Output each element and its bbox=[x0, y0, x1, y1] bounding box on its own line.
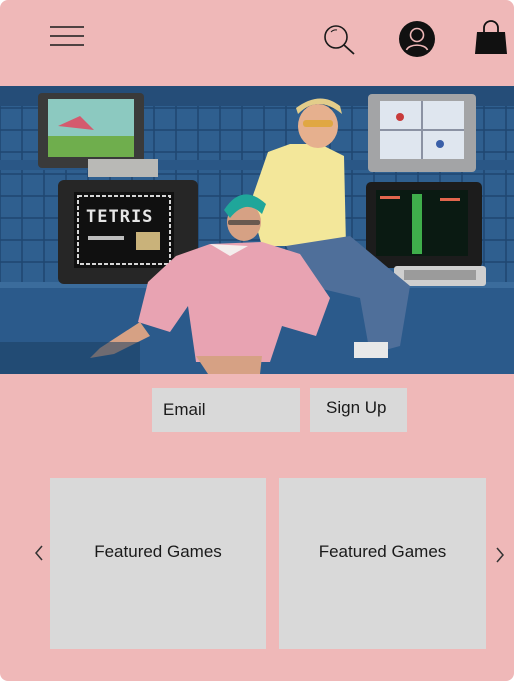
app-frame: TETRIS Sign Up Featured Games bbox=[0, 0, 514, 681]
chevron-left-icon[interactable] bbox=[33, 543, 45, 563]
featured-games-card[interactable]: Featured Games bbox=[50, 478, 266, 649]
hamburger-menu-icon[interactable] bbox=[49, 24, 85, 48]
featured-games-card-title: Featured Games bbox=[318, 542, 447, 561]
hero-image: TETRIS bbox=[0, 86, 514, 374]
chevron-right-icon[interactable] bbox=[494, 545, 506, 565]
header bbox=[0, 0, 514, 86]
sign-up-button[interactable]: Sign Up bbox=[310, 388, 407, 432]
email-input[interactable] bbox=[152, 388, 300, 432]
featured-games-card-title: Featured Games bbox=[94, 542, 222, 561]
shopping-bag-icon[interactable] bbox=[474, 19, 508, 55]
search-icon[interactable] bbox=[322, 23, 356, 57]
featured-games-card[interactable]: Featured Games bbox=[279, 478, 486, 649]
svg-text:TETRIS: TETRIS bbox=[86, 207, 153, 227]
account-icon[interactable] bbox=[398, 20, 436, 58]
